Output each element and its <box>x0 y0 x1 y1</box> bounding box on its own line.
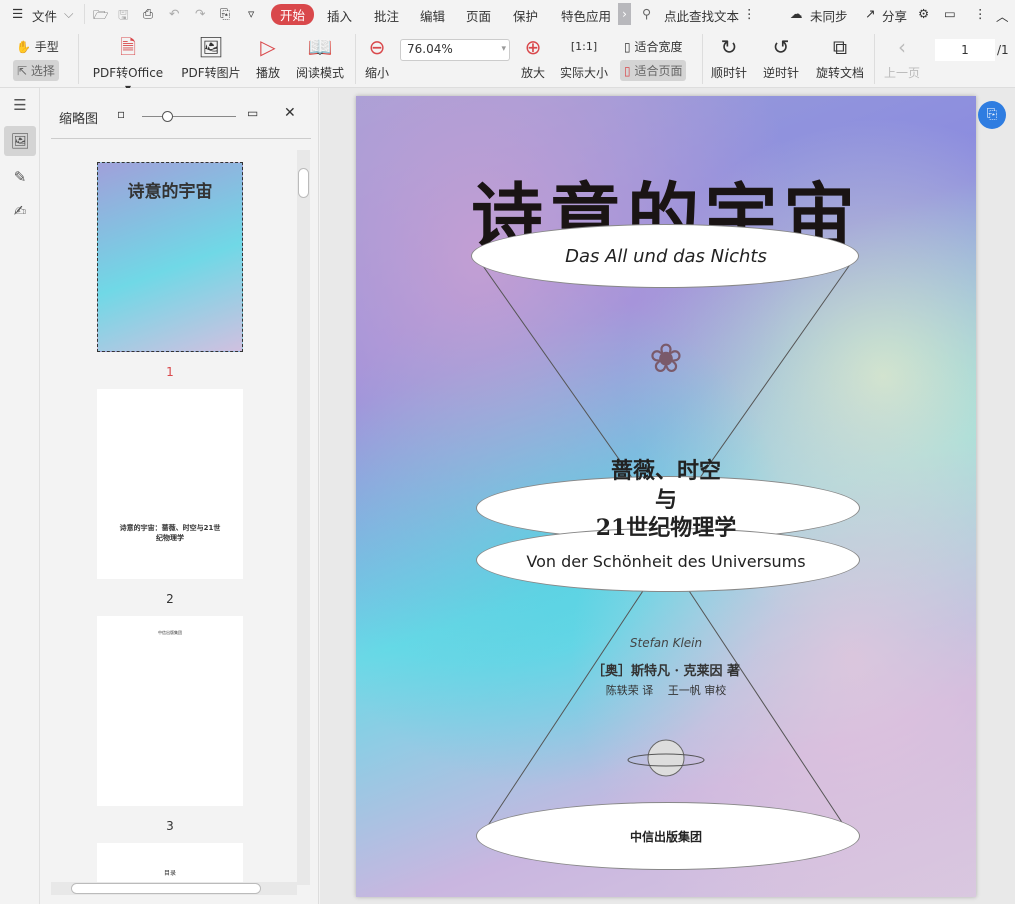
cloud-icon: ☁ <box>790 6 803 21</box>
actual-size-icon: [1:1] <box>570 40 598 53</box>
settings-icon[interactable]: ⚙ <box>918 6 929 21</box>
menu-bar: ☰ 文件 ⌵ 🗁 🖫 ⎙ ↶ ↷ ⎘ ▿ 开始 插入 批注 编辑 页面 保护 特… <box>0 0 1015 28</box>
translators: 陈轶荣 译 王一帆 审校 <box>605 684 727 697</box>
panel-title: 缩略图 <box>59 112 99 127</box>
rotate-counterclockwise-icon: ↺ <box>772 35 790 59</box>
tabs-scroll-right[interactable]: › <box>618 3 631 25</box>
close-icon[interactable]: ✕ <box>284 105 296 121</box>
pdf-to-word-icon: 🗎 <box>119 35 137 59</box>
actual-size-button[interactable]: [1:1] 实际大小 <box>558 34 610 81</box>
hamburger-icon[interactable]: ☰ <box>12 6 23 21</box>
save-icon[interactable]: 🖫 <box>118 6 129 27</box>
thumbnail-icon[interactable]: 🖼 <box>4 126 36 156</box>
outline-icon[interactable]: ☰ <box>4 90 36 120</box>
share-button[interactable]: 分享 <box>882 6 907 25</box>
rotate-clockwise-button[interactable]: ↻ 顺时针 <box>708 34 750 81</box>
feedback-icon[interactable]: ▭ <box>944 6 956 21</box>
rotate-clockwise-icon: ↻ <box>720 35 738 59</box>
thumbnail-page-2[interactable]: 诗意的宇宙：蔷薇、时空与21世纪物理学 <box>97 389 243 579</box>
tab-features[interactable]: 特色应用 <box>561 6 611 25</box>
chevron-down-icon[interactable]: ⌵ <box>64 6 73 22</box>
share-icon: ↗ <box>865 6 876 21</box>
thumbnail-page-3[interactable]: 中信出版集团 <box>97 616 243 806</box>
fit-width-icon: ▯ <box>624 40 631 54</box>
fit-width-button[interactable]: ▯ 适合宽度 <box>624 38 682 55</box>
search-icon: ⚲ <box>642 6 652 21</box>
author-cn: ［奥］斯特凡 · 克莱因 著 <box>591 664 741 679</box>
small-thumb-icon[interactable]: ▫ <box>117 107 125 121</box>
thumbnail-page-1[interactable]: 诗意的宇宙 <box>97 162 243 352</box>
signature-icon[interactable]: ✍ <box>4 196 36 226</box>
more-dropdown-icon[interactable]: ▿ <box>248 6 254 21</box>
print-icon[interactable]: ⎙ <box>143 6 153 22</box>
tab-protect[interactable]: 保护 <box>513 6 538 25</box>
author-en: Stefan Klein <box>629 636 703 650</box>
zoom-select[interactable]: 76.04% ▾ <box>400 39 510 61</box>
rotate-counterclockwise-button[interactable]: ↺ 逆时针 <box>760 34 802 81</box>
zoom-in-button[interactable]: ⊕ 放大 <box>518 34 548 81</box>
collapse-ribbon-icon[interactable]: ︿ <box>996 6 1009 25</box>
select-tool[interactable]: ⇱ 选择 <box>13 60 59 81</box>
redo-icon[interactable]: ↷ <box>195 6 205 21</box>
floating-tool-icon[interactable]: ⎘ <box>978 101 1006 129</box>
rose-drawing: ❀ <box>649 336 683 382</box>
cover-subtitle-cn-3: 21世纪物理学 <box>595 515 737 541</box>
pdf-to-office-button[interactable]: 🗎PDF转Office ▾ <box>88 34 168 95</box>
page-number: 3 <box>166 819 174 833</box>
rotate-document-button[interactable]: ⧉ 旋转文档 <box>813 34 867 81</box>
page-total: /1 <box>997 43 1009 57</box>
page-number: 1 <box>166 365 174 379</box>
chevron-down-icon: ▾ <box>501 44 506 54</box>
hand-icon: ✋ <box>16 40 31 54</box>
pdf-to-image-button[interactable]: 🖼 PDF转图片 <box>180 34 242 81</box>
rotate-document-icon: ⧉ <box>832 35 848 59</box>
zoom-out-icon: ⊖ <box>368 35 386 59</box>
cursor-icon: ⇱ <box>17 64 28 78</box>
read-mode-button[interactable]: 📖 阅读模式 <box>294 34 346 81</box>
tab-annotate[interactable]: 批注 <box>374 6 399 25</box>
page-number-input[interactable]: 1 <box>935 39 995 61</box>
play-button[interactable]: ▷ 播放 <box>252 34 284 81</box>
page-number: 2 <box>166 592 174 606</box>
scrollbar-thumb[interactable] <box>298 168 309 198</box>
scrollbar-thumb[interactable] <box>71 883 261 894</box>
more-icon[interactable]: ⋮ <box>743 6 756 21</box>
left-sidebar: ☰ 🖼 ✎ ✍ <box>0 88 40 904</box>
chevron-left-icon: ‹ <box>898 35 906 59</box>
fit-page-icon: ▯ <box>624 64 631 78</box>
book-icon: 📖 <box>307 35 333 59</box>
tab-insert[interactable]: 插入 <box>327 6 352 25</box>
file-menu[interactable]: 文件 <box>32 6 57 25</box>
large-thumb-icon[interactable]: ▭ <box>247 106 258 120</box>
cover-subtitle-de2: Von der Schönheit des Universums <box>526 552 806 571</box>
thumbnail-panel: 缩略图 ▫ ▭ ✕ 诗意的宇宙 1 诗意的宇宙：蔷薇、时空与21世纪物理学 2 … <box>41 88 319 904</box>
search-input[interactable]: 点此查找文本 <box>664 6 739 25</box>
zoom-out-button[interactable]: ⊖ 缩小 <box>362 34 392 81</box>
vertical-scrollbar[interactable] <box>297 150 310 885</box>
play-icon: ▷ <box>260 35 276 59</box>
annotation-icon[interactable]: ✎ <box>4 162 36 192</box>
slider-handle[interactable] <box>162 111 173 122</box>
horizontal-scrollbar[interactable] <box>51 882 297 895</box>
thumb-size-slider[interactable] <box>142 116 236 117</box>
sync-button[interactable]: 未同步 <box>810 6 848 25</box>
image-icon: 🖼 <box>198 35 224 59</box>
zoom-in-icon: ⊕ <box>524 35 542 59</box>
tab-edit[interactable]: 编辑 <box>420 6 445 25</box>
tab-start[interactable]: 开始 <box>271 4 315 25</box>
open-icon[interactable]: 🗁 <box>93 6 109 27</box>
prev-page-button[interactable]: ‹ 上一页 <box>882 34 922 81</box>
thumbnail-page-4[interactable]: 目录 <box>97 843 243 883</box>
hand-tool[interactable]: ✋ 手型 <box>16 38 59 55</box>
publisher: 中信出版集团 <box>629 830 702 844</box>
fit-page-button[interactable]: ▯ 适合页面 <box>620 60 687 81</box>
toolbar: ✋ 手型 ⇱ 选择 🗎PDF转Office ▾ 🖼PDF转图片 ▷播放 📖阅读模… <box>0 28 1015 95</box>
tab-page[interactable]: 页面 <box>466 6 491 25</box>
undo-icon[interactable]: ↶ <box>169 6 179 21</box>
cover-subtitle-cn-1: 蔷薇、时空 <box>610 458 721 484</box>
pdf-page: 诗意的宇宙 Das All und das Nichts ❀ 蔷薇、时空 与 2… <box>356 96 976 897</box>
export-icon[interactable]: ⎘ <box>220 6 230 22</box>
cover-subtitle-de: Das All und das Nichts <box>565 246 767 267</box>
more-options-icon[interactable]: ⋮ <box>974 6 987 21</box>
